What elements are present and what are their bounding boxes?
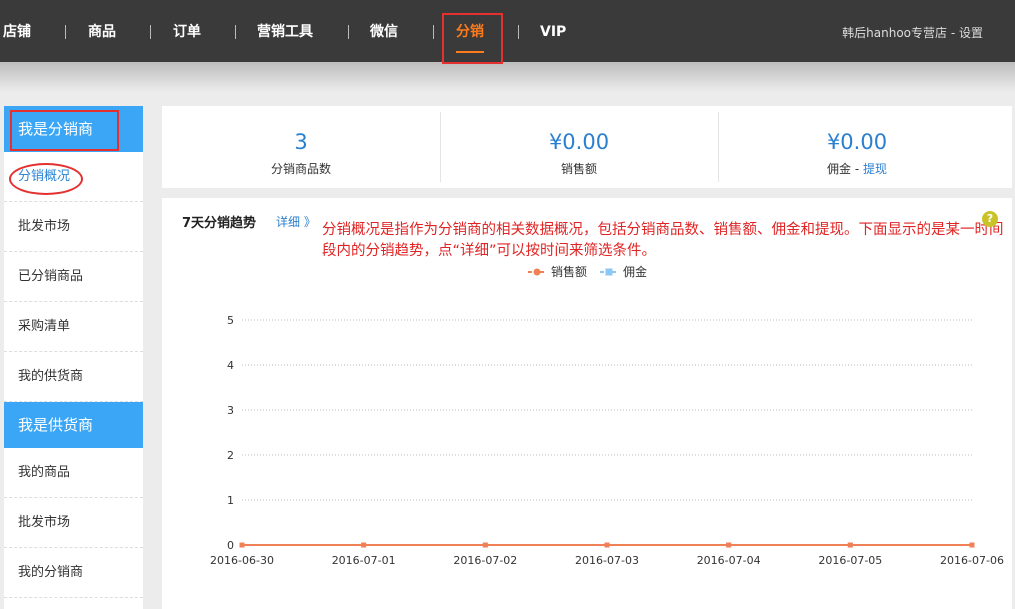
y-tick-label: 2 [227,449,234,462]
trend-chart: 0 1 2 3 4 5 2016-06-30 2016-07-01 2016-07-02 2016… [210,264,1004,567]
top-nav-shadow [0,62,1015,92]
legend-label: 销售额 [551,264,587,279]
nav-separator [65,25,66,39]
highlight-ellipse-overview [9,163,83,195]
sidebar-item-purchase-list[interactable]: 采购清单 [4,302,143,352]
x-tick-label: 2016-07-04 [697,554,761,567]
x-tick-label: 2016-07-05 [818,554,882,567]
stat-product-count-label: 分销商品数 [270,162,331,176]
data-point [239,542,245,548]
stat-commission-label-row: 佣金 - 提现 [718,160,996,177]
stat-sales-label: 销售额 [560,162,597,176]
account-name-link[interactable]: 韩后hanhoo专营店 [842,26,947,40]
stat-sales: ¥0.00 销售额 [440,106,718,188]
data-point [482,542,488,548]
legend-label: 佣金 [623,264,647,279]
sidebar-heading-supplier: 我是供货商 [4,402,143,448]
stats-panel: 3 分销商品数 ¥0.00 销售额 ¥0.00 佣金 - 提现 [162,106,1012,188]
highlight-box-nav [442,13,503,64]
account-info: 韩后hanhoo专营店 - 设置 [842,0,983,66]
stat-sales-value: ¥0.00 [548,130,610,154]
sidebar-item-my-distributors[interactable]: 我的分销商 [4,548,143,598]
sidebar-item-distributed-products[interactable]: 已分销商品 [4,252,143,302]
nav-wechat[interactable]: 微信 [370,0,398,62]
nav-marketing-tools[interactable]: 营销工具 [257,0,313,62]
stat-commission-value: ¥0.00 [826,130,888,154]
nav-separator [348,25,349,39]
withdraw-link[interactable]: 提现 [863,162,887,176]
nav-separator [235,25,236,39]
data-point [726,542,732,548]
nav-products[interactable]: 商品 [88,0,116,62]
sidebar-item-my-products[interactable]: 我的商品 [4,448,143,498]
stat-commission-label: 佣金 - [827,162,863,176]
top-nav-bar: 店铺 商品 订单 营销工具 微信 分销 VIP 韩后hanhoo专营店 - 设置 [0,0,1015,92]
x-tick-label: 2016-07-02 [453,554,517,567]
nav-separator [150,25,151,39]
stat-product-count: 3 分销商品数 [162,106,440,188]
x-tick-label: 2016-07-01 [332,554,396,567]
trend-chart-card: 7天分销趋势 详细 》 分销概况是指作为分销商的相关数据概况，包括分销商品数、销… [162,198,1012,609]
y-tick-label: 5 [227,314,234,327]
nav-separator [433,25,434,39]
legend-swatch-marker [533,268,541,276]
y-tick-label: 3 [227,404,234,417]
sidebar-item-my-suppliers[interactable]: 我的供货商 [4,352,143,402]
stat-commission: ¥0.00 佣金 - 提现 [718,106,996,188]
highlight-box-sidebar-heading [10,110,119,151]
data-point [969,542,975,548]
settings-link[interactable]: 设置 [959,26,983,40]
y-tick-label: 1 [227,494,234,507]
nav-separator [518,25,519,39]
nav-orders[interactable]: 订单 [173,0,201,62]
sidebar-item-supplier-wholesale-market[interactable]: 批发市场 [4,498,143,548]
data-point [604,542,610,548]
x-tick-label: 2016-06-30 [210,554,274,567]
nav-vip[interactable]: VIP [540,0,566,62]
data-point [361,542,367,548]
x-tick-label: 2016-07-06 [940,554,1004,567]
data-point [847,542,853,548]
y-tick-label: 4 [227,359,234,372]
x-tick-label: 2016-07-03 [575,554,639,567]
y-tick-label: 0 [227,539,234,552]
legend-swatch-marker [605,268,613,276]
account-separator: - [947,26,959,40]
stat-product-count-value: 3 [294,130,308,154]
sidebar-item-wholesale-market[interactable]: 批发市场 [4,202,143,252]
nav-shop[interactable]: 店铺 [3,0,31,62]
